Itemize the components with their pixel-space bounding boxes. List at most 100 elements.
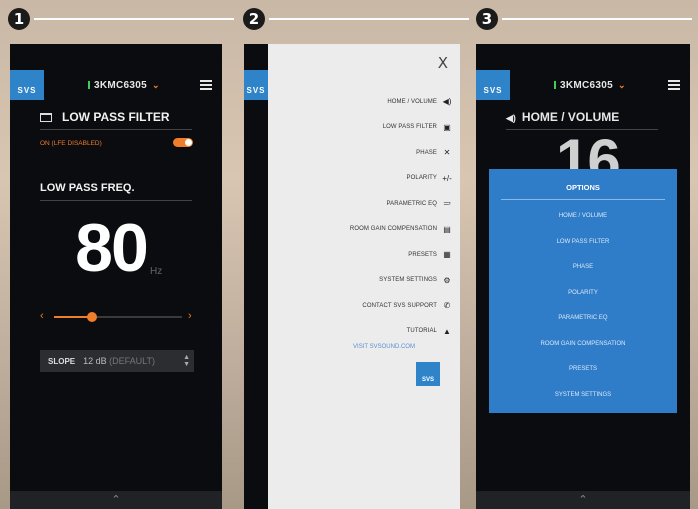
eq-icon: ≕ [443,199,451,209]
page-title: ◀) HOME / VOLUME [506,110,619,124]
step-2-rule [269,18,469,20]
menu-item-system-settings[interactable]: SYSTEM SETTINGS ⚙ [350,268,454,294]
lfe-toggle[interactable] [173,138,193,147]
background-strip [244,44,268,509]
slope-label: SLOPE [48,356,76,366]
option-low-pass-filter[interactable]: LOW PASS FILTER [489,235,677,261]
freq-unit: Hz [150,266,163,277]
divider [501,199,665,200]
option-room-gain[interactable]: ROOM GAIN COMPENSATION [489,337,677,363]
option-home-volume[interactable]: HOME / VOLUME [489,209,677,235]
slider-increase-icon[interactable]: › [188,310,192,322]
svs-logo: SVS [244,70,268,100]
menu-item-label: CONTACT SVS SUPPORT [362,302,437,309]
option-system-settings[interactable]: SYSTEM SETTINGS [489,388,677,414]
menu-item-label: ROOM GAIN COMPENSATION [349,226,437,233]
divider [40,200,192,201]
freq-label: LOW PASS FREQ. [40,182,135,194]
options-screen: SVS 3KMC6305 ⌄ ◀) HOME / VOLUME 16 OPTIONS… [476,44,690,509]
menu-item-label: PARAMETRIC EQ [386,200,437,207]
chevron-up-icon[interactable]: ⌃ [578,493,587,506]
option-phase[interactable]: PHASE [489,260,677,286]
lfe-toggle-label: ON (LFE DISABLED) [40,140,102,147]
step-1-rule [34,18,234,20]
connected-indicator [88,81,90,89]
page-title: LOW PASS FILTER [40,110,170,124]
svs-logo[interactable]: SVS [10,70,44,100]
divider [40,129,192,130]
step-3-header: 3 [476,8,692,30]
menu-item-label: PRESETS [408,251,437,258]
gear-icon: ⚙ [443,275,451,285]
folder-icon [40,112,52,122]
slope-select[interactable]: SLOPE 12 dB (DEFAULT) ▲ ▼ [40,350,194,372]
visit-website-link[interactable]: VISIT SVSOUND.COM [268,344,460,350]
menu-item-room-gain[interactable]: ROOM GAIN COMPENSATION ▤ [350,217,454,243]
freq-slider[interactable] [54,312,182,322]
slider-handle[interactable] [87,312,98,322]
menu-icon[interactable] [200,80,212,90]
svs-logo[interactable]: SVS [476,70,510,100]
save-icon: ▦ [443,250,451,260]
menu-item-contact-support[interactable]: CONTACT SVS SUPPORT ✆ [350,293,454,319]
speaker-icon: ◀) [442,97,452,107]
svs-logo-badge: SVS [416,362,440,386]
menu-item-low-pass-filter[interactable]: LOW PASS FILTER ▣ [350,115,454,141]
options-title: OPTIONS [566,183,600,192]
step-2-header: 2 [243,8,469,30]
slope-value: 12 dB (DEFAULT) [83,356,183,366]
chevron-down-icon: ⌄ [151,80,160,90]
page-title-text: HOME / VOLUME [521,110,620,124]
polarity-icon: +/- [442,173,452,183]
menu-icon[interactable] [668,80,680,90]
grad-cap-icon: ▲ [443,326,451,336]
step-2-number: 2 [243,8,265,30]
menu-item-tutorial[interactable]: TUTORIAL ▲ [350,319,454,345]
nav-drawer: X HOME / VOLUME ◀) LOW PASS FILTER ▣ PHASE… [268,44,460,509]
menu-item-label: LOW PASS FILTER [382,124,437,131]
device-name: 3KMC6305 [560,80,613,91]
step-1-header: 1 [8,8,234,30]
step-1-number: 1 [8,8,30,30]
device-selector[interactable]: 3KMC6305 ⌄ [554,80,626,91]
navigation-drawer-screen: SVS X HOME / VOLUME ◀) LOW PASS FILTER ▣ P… [244,44,460,509]
folder-icon: ▣ [443,122,451,132]
menu-item-polarity[interactable]: POLARITY +/- [350,166,454,192]
drawer-menu: HOME / VOLUME ◀) LOW PASS FILTER ▣ PHASE ✕ … [350,89,454,344]
menu-item-label: TUTORIAL [406,328,437,335]
low-pass-filter-screen: SVS 3KMC6305 ⌄ LOW PASS FILTER ON (LFE DI… [10,44,222,509]
option-polarity[interactable]: POLARITY [489,286,677,312]
step-3-rule [502,18,692,20]
slope-default-text: (DEFAULT) [109,356,156,366]
page-title-text: LOW PASS FILTER [62,110,170,124]
close-icon[interactable]: X [438,54,448,72]
menu-item-label: POLARITY [406,175,437,182]
phone-icon: ✆ [443,301,451,311]
room-gain-icon: ▤ [443,224,451,234]
bottom-bar[interactable]: ⌃ [10,491,222,509]
menu-item-home-volume[interactable]: HOME / VOLUME ◀) [350,89,454,115]
menu-item-label: HOME / VOLUME [387,98,437,105]
options-popup: OPTIONS HOME / VOLUME LOW PASS FILTER PH… [489,169,677,413]
option-parametric-eq[interactable]: PARAMETRIC EQ [489,311,677,337]
slider-decrease-icon[interactable]: ‹ [40,310,44,322]
spinner-icon[interactable]: ▲ ▼ [183,354,194,368]
menu-item-presets[interactable]: PRESETS ▦ [350,242,454,268]
shuffle-icon: ✕ [443,148,451,158]
bottom-bar[interactable]: ⌃ [476,491,690,509]
slope-value-text: 12 dB [83,356,107,366]
connected-indicator [554,81,556,89]
device-selector[interactable]: 3KMC6305 ⌄ [88,80,160,91]
menu-item-parametric-eq[interactable]: PARAMETRIC EQ ≕ [350,191,454,217]
option-presets[interactable]: PRESETS [489,362,677,388]
step-3-number: 3 [476,8,498,30]
device-name: 3KMC6305 [94,80,147,91]
menu-item-label: SYSTEM SETTINGS [379,277,437,284]
options-list: HOME / VOLUME LOW PASS FILTER PHASE POLA… [489,209,677,413]
menu-item-phase[interactable]: PHASE ✕ [350,140,454,166]
chevron-up-icon[interactable]: ⌃ [111,493,120,506]
speaker-icon: ◀) [506,113,516,123]
chevron-down-icon: ⌄ [617,80,626,90]
menu-item-label: PHASE [416,149,437,156]
freq-value: 80 [75,210,149,286]
